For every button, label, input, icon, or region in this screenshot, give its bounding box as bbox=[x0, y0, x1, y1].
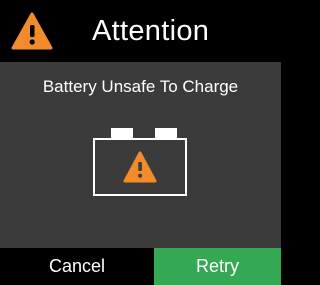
cancel-button[interactable]: Cancel bbox=[0, 248, 154, 285]
battery-terminal-right bbox=[155, 128, 177, 139]
button-bar: Cancel Retry bbox=[0, 248, 281, 285]
warning-icon bbox=[11, 12, 53, 50]
battery-terminal-left bbox=[111, 128, 133, 139]
attention-dialog: Attention Battery Unsafe To Charge Cance… bbox=[0, 0, 281, 285]
battery-warning-icon bbox=[93, 128, 187, 196]
warning-icon bbox=[123, 151, 157, 183]
retry-button[interactable]: Retry bbox=[154, 248, 281, 285]
status-message: Battery Unsafe To Charge bbox=[42, 77, 239, 96]
title-bar: Attention bbox=[0, 0, 281, 62]
dialog-title: Attention bbox=[92, 15, 210, 47]
